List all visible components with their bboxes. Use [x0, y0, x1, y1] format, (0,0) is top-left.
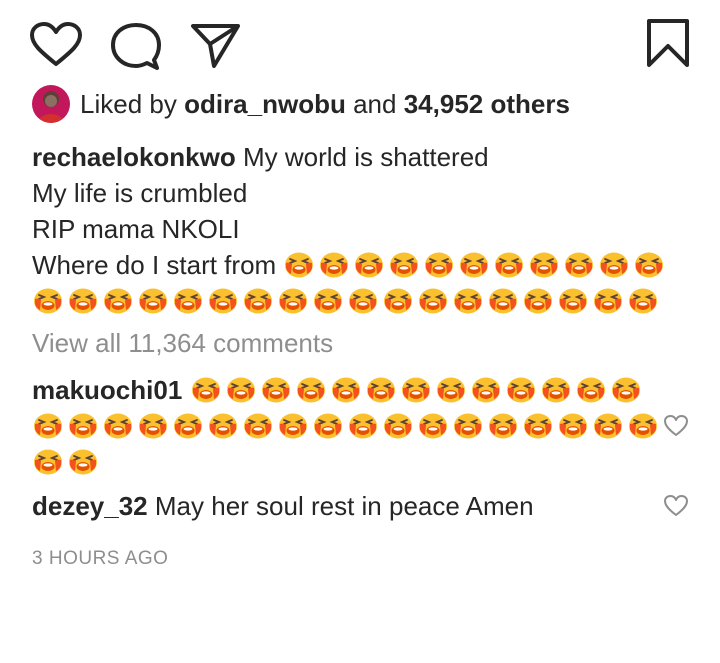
loudly-crying-face-emoji	[312, 411, 344, 439]
loudly-crying-face-emoji	[487, 286, 519, 314]
loudly-crying-face-emoji	[627, 286, 659, 314]
comment-emoji-run-3	[32, 447, 102, 477]
loudly-crying-face-emoji	[225, 375, 257, 403]
loudly-crying-face-emoji	[458, 250, 490, 278]
loudly-crying-face-emoji	[207, 411, 239, 439]
loudly-crying-face-emoji	[137, 286, 169, 314]
comment-like-button[interactable]	[663, 494, 689, 523]
comment-username[interactable]: dezey_32	[32, 491, 148, 521]
loudly-crying-face-emoji	[522, 286, 554, 314]
comment-button[interactable]	[110, 22, 162, 70]
loudly-crying-face-emoji	[32, 447, 64, 475]
loudly-crying-face-emoji	[172, 286, 204, 314]
post-action-bar	[30, 18, 690, 74]
loudly-crying-face-emoji	[633, 250, 665, 278]
loudly-crying-face-emoji	[242, 286, 274, 314]
loudly-crying-face-emoji	[575, 375, 607, 403]
loudly-crying-face-emoji	[277, 411, 309, 439]
comment-item: makuochi01	[32, 372, 662, 480]
loudly-crying-face-emoji	[557, 286, 589, 314]
loudly-crying-face-emoji	[417, 286, 449, 314]
loudly-crying-face-emoji	[353, 250, 385, 278]
loudly-crying-face-emoji	[330, 375, 362, 403]
loudly-crying-face-emoji	[283, 250, 315, 278]
heart-outline-icon	[30, 22, 82, 66]
loudly-crying-face-emoji	[528, 250, 560, 278]
avatar[interactable]	[32, 85, 70, 123]
loudly-crying-face-emoji	[102, 286, 134, 314]
loudly-crying-face-emoji	[598, 250, 630, 278]
small-heart-icon	[664, 415, 688, 436]
loudly-crying-face-emoji	[423, 250, 455, 278]
loudly-crying-face-emoji	[452, 411, 484, 439]
loudly-crying-face-emoji	[318, 250, 350, 278]
comment-username[interactable]: makuochi01	[32, 375, 182, 405]
loudly-crying-face-emoji	[67, 286, 99, 314]
loudly-crying-face-emoji	[505, 375, 537, 403]
caption-line-1: My world is shattered	[242, 142, 489, 172]
loudly-crying-face-emoji	[592, 411, 624, 439]
loudly-crying-face-emoji	[382, 411, 414, 439]
comment-item: dezey_32 May her soul rest in peace Amen	[32, 488, 662, 524]
loudly-crying-face-emoji	[592, 286, 624, 314]
post-caption: rechaelokonkwo My world is shattered My …	[32, 139, 692, 319]
bookmark-icon	[647, 19, 689, 67]
loudly-crying-face-emoji	[32, 286, 64, 314]
speech-bubble-icon	[111, 23, 161, 70]
liked-by-prefix: Liked by	[80, 88, 177, 119]
loudly-crying-face-emoji	[382, 286, 414, 314]
loudly-crying-face-emoji	[207, 286, 239, 314]
loudly-crying-face-emoji	[452, 286, 484, 314]
loudly-crying-face-emoji	[295, 375, 327, 403]
caption-emoji-run-2	[32, 286, 662, 316]
loudly-crying-face-emoji	[172, 411, 204, 439]
loudly-crying-face-emoji	[610, 375, 642, 403]
loudly-crying-face-emoji	[102, 411, 134, 439]
caption-line-4: Where do I start from	[32, 250, 277, 280]
loudly-crying-face-emoji	[470, 375, 502, 403]
loudly-crying-face-emoji	[540, 375, 572, 403]
post-timestamp: 3 HOURS AGO	[32, 548, 169, 569]
loudly-crying-face-emoji	[277, 286, 309, 314]
loudly-crying-face-emoji	[137, 411, 169, 439]
loudly-crying-face-emoji	[242, 411, 274, 439]
loudly-crying-face-emoji	[493, 250, 525, 278]
loudly-crying-face-emoji	[260, 375, 292, 403]
loudly-crying-face-emoji	[190, 375, 222, 403]
loudly-crying-face-emoji	[417, 411, 449, 439]
paper-plane-icon	[191, 24, 240, 68]
loudly-crying-face-emoji	[347, 286, 379, 314]
liked-by-and: and	[353, 88, 397, 119]
save-button[interactable]	[646, 18, 690, 68]
loudly-crying-face-emoji	[365, 375, 397, 403]
comment-emoji-run-1	[190, 375, 645, 405]
loudly-crying-face-emoji	[400, 375, 432, 403]
liked-by-username[interactable]: odira_nwobu	[184, 89, 346, 120]
comment-like-button[interactable]	[663, 414, 689, 443]
loudly-crying-face-emoji	[487, 411, 519, 439]
loudly-crying-face-emoji	[627, 411, 659, 439]
like-button[interactable]	[30, 22, 82, 68]
loudly-crying-face-emoji	[563, 250, 595, 278]
loudly-crying-face-emoji	[32, 411, 64, 439]
loudly-crying-face-emoji	[557, 411, 589, 439]
loudly-crying-face-emoji	[388, 250, 420, 278]
caption-line-2: My life is crumbled	[32, 178, 248, 208]
loudly-crying-face-emoji	[435, 375, 467, 403]
caption-username[interactable]: rechaelokonkwo	[32, 142, 236, 172]
loudly-crying-face-emoji	[347, 411, 379, 439]
liked-by-others[interactable]: 34,952 others	[404, 89, 570, 120]
small-heart-icon	[664, 495, 688, 516]
view-all-comments-link[interactable]: View all 11,364 comments	[32, 328, 333, 359]
comment-emoji-run-2	[32, 411, 662, 441]
loudly-crying-face-emoji	[67, 411, 99, 439]
caption-emoji-run-1	[283, 250, 668, 280]
share-button[interactable]	[190, 22, 242, 70]
loudly-crying-face-emoji	[67, 447, 99, 475]
liked-by-row: Liked by odira_nwobu and 34,952 others	[32, 84, 570, 124]
comment-text: May her soul rest in peace Amen	[154, 491, 534, 521]
loudly-crying-face-emoji	[522, 411, 554, 439]
caption-line-3: RIP mama NKOLI	[32, 214, 240, 244]
loudly-crying-face-emoji	[312, 286, 344, 314]
